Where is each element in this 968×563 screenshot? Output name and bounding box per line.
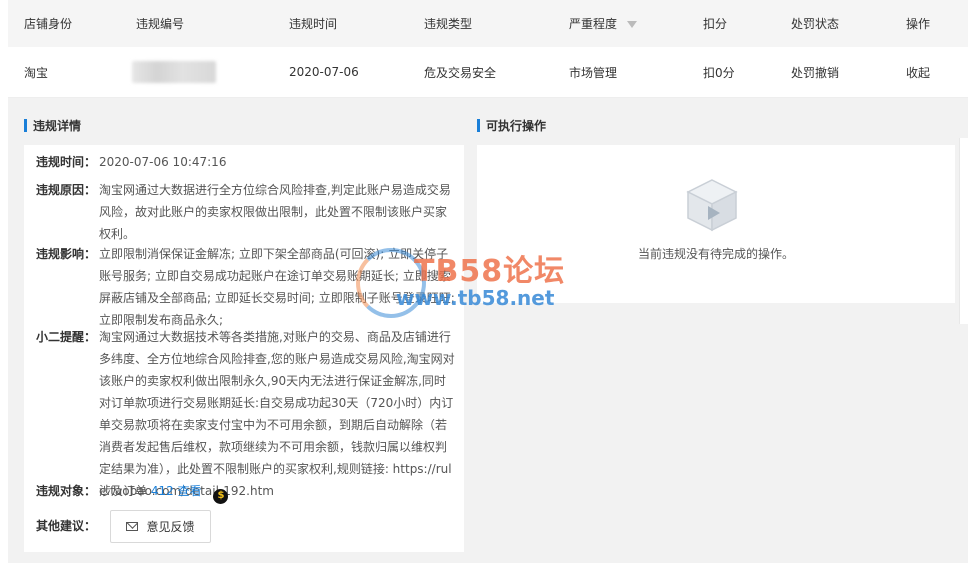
- violation-detail-title-text: 违规详情: [33, 119, 82, 133]
- header-violation-time: 违规时间: [289, 17, 338, 31]
- reminder-label: 小二提醒：: [36, 330, 97, 344]
- actions-card: 当前违规没有待完成的操作。: [477, 145, 955, 303]
- feedback-button-label: 意见反馈: [146, 520, 195, 534]
- cell-penalty-status: 处罚撤销: [791, 65, 840, 80]
- coin-icon[interactable]: $: [213, 488, 229, 504]
- violation-time-value: 2020-07-06 10:47:16: [99, 155, 227, 169]
- order-count-link[interactable]: 412: [151, 484, 174, 498]
- header-operation: 操作: [906, 17, 931, 31]
- blurred-violation-id: [132, 61, 216, 83]
- empty-box-icon: [686, 179, 738, 232]
- header-violation-type: 违规类型: [424, 17, 473, 31]
- empty-actions-text: 当前违规没有待完成的操作。: [637, 247, 794, 261]
- reminder-value: 淘宝网通过大数据技术等各类措施,对账户的交易、商品及店铺进行多纬度、全方位地综合…: [99, 330, 455, 498]
- scrollbar-edge[interactable]: [959, 138, 968, 324]
- filter-icon[interactable]: [627, 21, 638, 28]
- mail-icon: [126, 522, 139, 531]
- cell-deduction: 扣0分: [703, 65, 735, 80]
- violation-detail-card: 违规时间： 2020-07-06 10:47:16 违规原因： 淘宝网通过大数据…: [24, 145, 464, 552]
- violation-time-row: 违规时间： 2020-07-06 10:47:16: [36, 151, 456, 173]
- violation-impact-value: 立即限制消保保证金解冻; 立即下架全部商品(可回滚); 立即关停子账号服务; 立…: [99, 247, 455, 327]
- cell-violation-time: 2020-07-06: [289, 65, 359, 79]
- header-violation-no: 违规编号: [136, 17, 185, 31]
- section-bar: [24, 119, 27, 132]
- actions-title-text: 可执行操作: [486, 119, 547, 133]
- violation-impact-label: 违规影响：: [36, 247, 97, 261]
- cell-violation-no: [132, 47, 216, 97]
- actions-title: 可执行操作: [477, 117, 546, 134]
- violation-impact-row: 违规影响： 立即限制消保保证金解冻; 立即下架全部商品(可回滚); 立即关停子账…: [36, 243, 456, 331]
- violation-reason-row: 违规原因： 淘宝网通过大数据进行全方位综合风险排查,判定此账户易造成交易风险，故…: [36, 179, 456, 245]
- violation-object-value: 涉及订单 412 查看 $: [99, 480, 456, 504]
- view-orders-link[interactable]: 查看: [178, 484, 202, 498]
- header-penalty-status: 处罚状态: [791, 17, 840, 31]
- header-shop-identity: 店铺身份: [24, 17, 73, 31]
- violation-reason-label: 违规原因：: [36, 183, 97, 197]
- reminder-row: 小二提醒： 淘宝网通过大数据技术等各类措施,对账户的交易、商品及店铺进行多纬度、…: [36, 326, 456, 502]
- header-severity-label: 严重程度: [569, 17, 618, 31]
- section-bar: [477, 119, 480, 132]
- header-severity[interactable]: 严重程度: [569, 0, 638, 47]
- object-prefix: 涉及订单: [99, 484, 148, 498]
- suggestion-label: 其他建议：: [36, 519, 97, 533]
- feedback-button[interactable]: 意见反馈: [110, 510, 211, 543]
- cell-severity: 市场管理: [569, 65, 618, 80]
- table-header: 店铺身份 违规编号 违规时间 违规类型 严重程度 扣分 处罚状态 操作: [8, 0, 968, 47]
- table-row: 淘宝 2020-07-06 危及交易安全 市场管理 扣0分 处罚撤销 收起: [8, 47, 968, 98]
- violation-object-label: 违规对象：: [36, 484, 97, 498]
- violation-time-label: 违规时间：: [36, 155, 97, 169]
- header-deduction: 扣分: [703, 17, 728, 31]
- detail-area: 违规详情 可执行操作 违规时间： 2020-07-06 10:47:16 违规原…: [8, 98, 968, 563]
- violation-detail-title: 违规详情: [24, 117, 81, 134]
- collapse-link[interactable]: 收起: [906, 47, 930, 97]
- cell-shop-identity: 淘宝: [24, 65, 49, 80]
- violation-object-row: 违规对象： 涉及订单 412 查看 $: [36, 480, 456, 504]
- violation-reason-value: 淘宝网通过大数据进行全方位综合风险排查,判定此账户易造成交易风险，故对此账户的卖…: [99, 183, 451, 241]
- suggestion-row: 其他建议：: [36, 515, 456, 537]
- cell-violation-type: 危及交易安全: [424, 65, 497, 80]
